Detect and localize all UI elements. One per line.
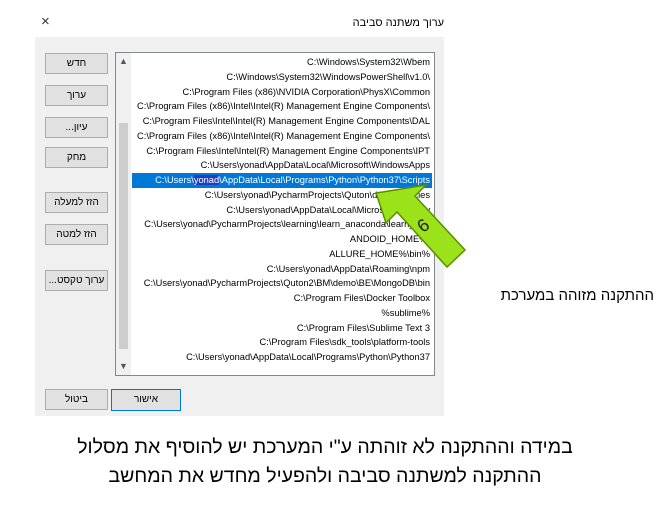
bottom-note-line-1: במידה וההתקנה לא זוהתה ע"י המערכת יש להו… bbox=[77, 436, 573, 458]
side-note: ההתקנה מזוהה במערכת bbox=[500, 287, 654, 304]
arrow-annotation: 6 bbox=[375, 183, 467, 269]
bottom-note: במידה וההתקנה לא זוהתה ע"י המערכת יש להו… bbox=[30, 433, 620, 491]
bottom-note-line-2: ההתקנה למשתנה סביבה ולהפעיל מחדש את המחש… bbox=[108, 465, 542, 487]
